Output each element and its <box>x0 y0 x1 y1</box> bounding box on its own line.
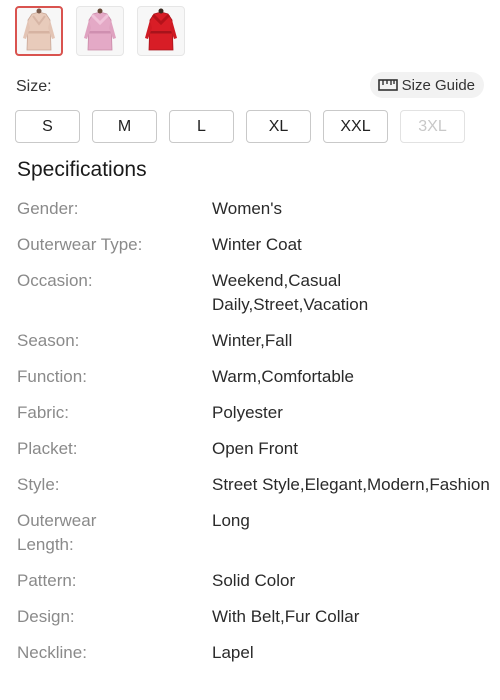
spec-row-neckline: Neckline: Lapel <box>17 641 490 665</box>
spec-key: Design: <box>17 607 75 626</box>
spec-row-gender: Gender: Women's <box>17 197 490 221</box>
spec-key: Gender: <box>17 199 79 218</box>
spec-key: Outerwear Length: <box>17 511 97 554</box>
spec-key: Fabric: <box>17 403 69 422</box>
coat-image <box>23 8 55 51</box>
size-options: S M L XL XXL 3XL <box>15 110 465 143</box>
spec-row-function: Function: Warm,Comfortable <box>17 365 490 389</box>
size-label: Size: <box>16 78 52 95</box>
spec-row-pattern: Pattern: Solid Color <box>17 569 490 593</box>
size-option-l[interactable]: L <box>169 110 234 143</box>
spec-key: Neckline: <box>17 643 87 662</box>
spec-value: Solid Color <box>212 571 296 590</box>
spec-key: Occasion: <box>17 271 93 290</box>
spec-value: Winter,Fall <box>212 331 293 350</box>
spec-value: Polyester <box>212 403 283 422</box>
size-header: Size: Size Guide <box>16 72 484 98</box>
spec-key: Style: <box>17 475 60 494</box>
spec-value: Weekend,Casual Daily,Street,Vacation <box>212 271 369 314</box>
color-swatches <box>15 6 185 56</box>
spec-row-placket: Placket: Open Front <box>17 437 490 461</box>
swatch-beige-coat[interactable] <box>15 6 63 56</box>
swatch-pink-coat[interactable] <box>76 6 124 56</box>
specifications-list: Gender: Women's Outerwear Type: Winter C… <box>17 197 490 677</box>
spec-key: Pattern: <box>17 571 77 590</box>
spec-value: Long <box>212 511 250 530</box>
swatch-red-coat[interactable] <box>137 6 185 56</box>
spec-value: Open Front <box>212 439 298 458</box>
spec-key: Outerwear Type: <box>17 235 143 254</box>
ruler-icon <box>377 79 398 91</box>
spec-row-design: Design: With Belt,Fur Collar <box>17 605 490 629</box>
size-option-s[interactable]: S <box>15 110 80 143</box>
specifications-title: Specifications <box>17 158 147 181</box>
size-guide-button[interactable]: Size Guide <box>369 72 484 98</box>
spec-key: Function: <box>17 367 87 386</box>
spec-key: Placket: <box>17 439 78 458</box>
coat-image <box>84 8 116 51</box>
spec-row-season: Season: Winter,Fall <box>17 329 490 353</box>
spec-value: With Belt,Fur Collar <box>212 607 360 626</box>
spec-row-outerwear-length: Outerwear Length: Long <box>17 509 490 557</box>
spec-value: Street Style,Elegant,Modern,Fashion <box>212 475 490 494</box>
spec-row-outerwear-type: Outerwear Type: Winter Coat <box>17 233 490 257</box>
spec-value: Lapel <box>212 643 254 662</box>
spec-row-fabric: Fabric: Polyester <box>17 401 490 425</box>
spec-key: Season: <box>17 331 80 350</box>
spec-value: Women's <box>212 199 283 218</box>
coat-image <box>145 8 177 51</box>
size-option-xxl[interactable]: XXL <box>323 110 388 143</box>
spec-value: Winter Coat <box>212 235 302 254</box>
size-option-xl[interactable]: XL <box>246 110 311 143</box>
size-option-m[interactable]: M <box>92 110 157 143</box>
size-guide-label: Size Guide <box>401 76 475 94</box>
spec-value: Warm,Comfortable <box>212 367 355 386</box>
spec-row-style: Style: Street Style,Elegant,Modern,Fashi… <box>17 473 490 497</box>
size-option-3xl: 3XL <box>400 110 465 143</box>
spec-row-occasion: Occasion: Weekend,Casual Daily,Street,Va… <box>17 269 490 317</box>
